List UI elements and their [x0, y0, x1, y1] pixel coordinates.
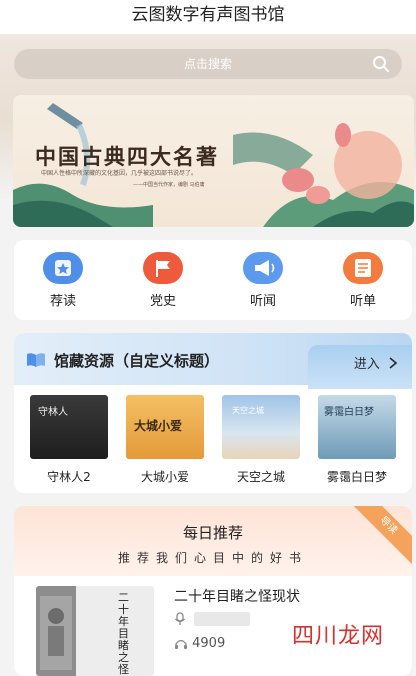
- nav-party-history[interactable]: 党史: [127, 252, 199, 309]
- library-section: 馆藏资源（自定义标题） 进入 守林人 守林人2 大城小爱 大城小爱 天空之城 天…: [14, 333, 412, 493]
- book-title: 大城小爱: [140, 470, 189, 484]
- book-cover: 雾霭白日梦: [318, 395, 396, 459]
- nav-playlist-label: 听单: [349, 294, 376, 309]
- book-item[interactable]: 大城小爱 大城小爱: [124, 395, 206, 485]
- recommended-cover-text: 二十年目睹之怪现状: [118, 591, 129, 676]
- plays-row: 4909: [174, 636, 225, 651]
- recommended-book-cover[interactable]: 二十年目睹之怪现状: [36, 586, 154, 676]
- library-title: 馆藏资源（自定义标题）: [54, 352, 220, 370]
- book-cover: 大城小爱: [126, 395, 204, 459]
- banner-carousel[interactable]: 中国古典四大名著 中国人性格中所深藏的文化基因，几乎被这四部书说尽了。 ——中国…: [13, 95, 414, 227]
- book-icon: [27, 353, 45, 367]
- list-icon: [343, 252, 383, 284]
- cover-illustration: [40, 596, 72, 670]
- nav-listen-news[interactable]: 听闻: [227, 252, 299, 309]
- narrator-row: [174, 611, 251, 626]
- book-item[interactable]: 天空之城 天空之城: [220, 395, 302, 485]
- recommended-book-title[interactable]: 二十年目睹之怪现状: [174, 586, 300, 606]
- headphones-icon: [175, 639, 187, 649]
- book-title: 守林人2: [47, 470, 91, 484]
- daily-recommend-section: 每日推荐 推荐我们心目中的好书 导读 二十年目睹之怪现状 二十年目睹之怪现状 4…: [14, 506, 412, 676]
- book-title: 雾霭白日梦: [326, 470, 387, 484]
- flag-icon: [143, 252, 183, 284]
- nav-playlist[interactable]: 听单: [327, 252, 399, 309]
- site-watermark: 四川龙网: [292, 624, 385, 649]
- daily-title: 每日推荐: [182, 524, 243, 542]
- book-cover: 守林人: [30, 395, 108, 459]
- narrator-blurred: [194, 611, 251, 626]
- book-item[interactable]: 守林人 守林人2: [28, 395, 110, 485]
- book-cover-text: 天空之城: [232, 406, 264, 415]
- library-enter-button[interactable]: 进入: [354, 353, 398, 372]
- book-cover-text: 守林人: [38, 407, 68, 418]
- page-title: 云图数字有声图书馆: [0, 0, 416, 34]
- search-bar[interactable]: 点击搜索: [14, 49, 402, 79]
- library-header: 馆藏资源（自定义标题） 进入: [14, 333, 412, 389]
- megaphone-icon: [243, 252, 283, 284]
- search-icon[interactable]: [372, 55, 390, 73]
- daily-header: 每日推荐 推荐我们心目中的好书 导读: [14, 506, 412, 576]
- nav-listen-news-label: 听闻: [249, 294, 276, 309]
- nav-party-history-label: 党史: [149, 294, 176, 309]
- book-cover-text: 大城小爱: [134, 419, 183, 433]
- play-count: 4909: [192, 636, 226, 651]
- chevron-right-icon: [389, 357, 398, 369]
- banner-subtitle: 中国人性格中所深藏的文化基因，几乎被这四部书说尽了。: [41, 170, 198, 177]
- book-cover: 天空之城: [222, 395, 300, 459]
- quick-nav: 荐读 党史 听闻 听单: [14, 240, 412, 320]
- library-enter-label: 进入: [353, 357, 380, 372]
- search-placeholder: 点击搜索: [183, 57, 232, 71]
- microphone-icon: [175, 611, 185, 625]
- nav-recommend[interactable]: 荐读: [27, 252, 99, 309]
- book-title: 天空之城: [236, 470, 285, 484]
- banner-author: ——中国当代作家，编剧 马伯庸: [133, 182, 205, 188]
- star-icon: [43, 252, 83, 284]
- nav-recommend-label: 荐读: [49, 294, 76, 309]
- book-cover-text: 雾霭白日梦: [324, 407, 374, 418]
- daily-slogan: 推荐我们心目中的好书: [117, 551, 308, 565]
- banner-title: 中国古典四大名著: [35, 144, 219, 169]
- book-item[interactable]: 雾霭白日梦 雾霭白日梦: [316, 395, 398, 485]
